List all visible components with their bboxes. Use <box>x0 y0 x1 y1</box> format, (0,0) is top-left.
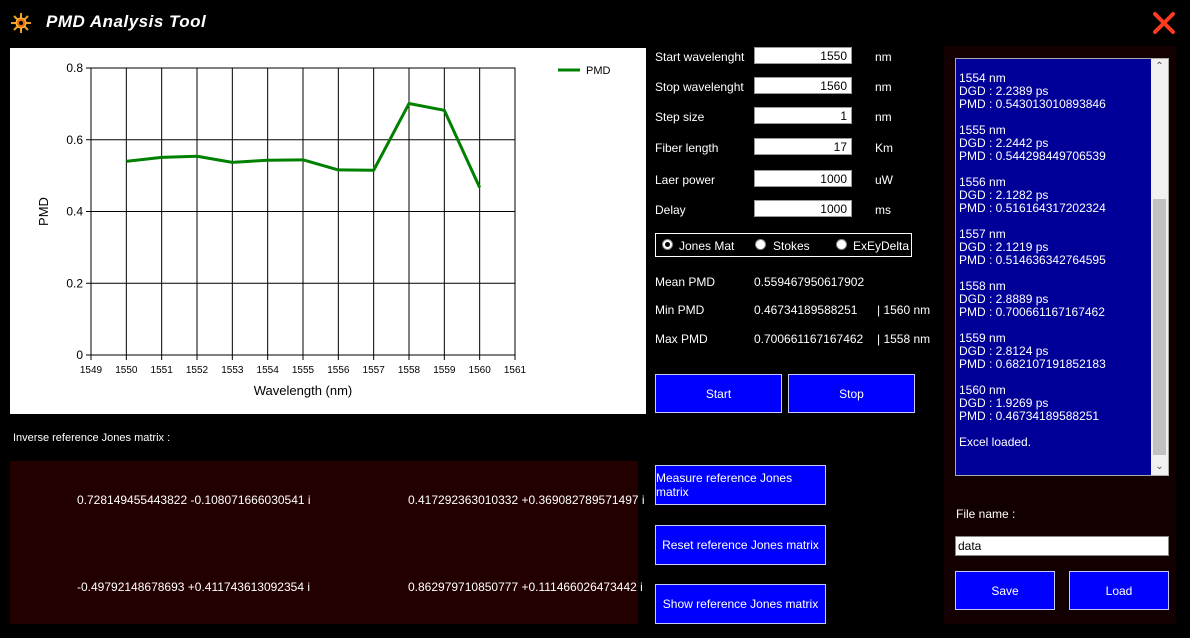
max-pmd-label: Max PMD <box>655 332 708 346</box>
legend-label: PMD <box>586 65 611 77</box>
radio-stokes[interactable] <box>755 239 766 250</box>
log-textbox[interactable]: 1554 nm DGD : 2.2389 ps PMD : 0.54301301… <box>955 58 1169 476</box>
log-scrollbar[interactable]: ⌃ ⌄ <box>1151 59 1168 475</box>
y-tick-label: 0.8 <box>66 61 83 75</box>
step-size-unit: nm <box>875 110 892 124</box>
stop-wavelength-field[interactable]: 1560 <box>754 77 852 94</box>
x-tick-label: 1555 <box>292 365 315 376</box>
start-button[interactable]: Start <box>655 374 782 413</box>
pmd-line-chart: 1549 1550 1551 1552 1553 1554 1555 1556 1557 1558… <box>36 61 611 398</box>
window-title: PMD Analysis Tool <box>46 12 207 31</box>
y-tick-label: 0.2 <box>66 276 83 290</box>
min-pmd-wavelength: | 1560 nm <box>877 303 931 317</box>
x-tick-label: 1556 <box>327 365 350 376</box>
mean-pmd-value: 0.559467950617902 <box>754 275 865 289</box>
matrix-cell-22: 0.862979710850777 +0.111466026473442 i <box>408 580 643 594</box>
stop-button[interactable]: Stop <box>788 374 915 413</box>
radio-jones-mat[interactable] <box>662 239 673 250</box>
x-tick-label: 1557 <box>363 365 386 376</box>
y-tick-label: 0.4 <box>66 205 83 219</box>
app-logo-icon <box>10 12 32 34</box>
scroll-down-icon[interactable]: ⌄ <box>1151 459 1168 475</box>
delay-field[interactable]: 1000 <box>754 200 852 217</box>
y-tick-label: 0 <box>76 348 83 362</box>
reset-reference-button[interactable]: Reset reference Jones matrix <box>655 525 826 565</box>
start-wavelength-label: Start wavelenght <box>655 50 745 64</box>
start-wavelength-unit: nm <box>875 50 892 64</box>
min-pmd-value: 0.46734189588251 <box>754 303 858 317</box>
x-tick-label: 1560 <box>469 365 492 376</box>
mode-radio-group: Jones Mat Stokes ExEyDelta <box>655 233 912 257</box>
delay-unit: ms <box>875 203 891 217</box>
x-tick-label: 1561 <box>504 365 527 376</box>
laser-power-unit: uW <box>875 173 893 187</box>
stop-wavelength-label: Stop wavelenght <box>655 80 744 94</box>
x-tick-label: 1550 <box>115 365 138 376</box>
show-reference-button[interactable]: Show reference Jones matrix <box>655 584 826 624</box>
log-text: 1554 nm DGD : 2.2389 ps PMD : 0.54301301… <box>959 71 1106 449</box>
mean-pmd-label: Mean PMD <box>655 275 716 289</box>
save-button[interactable]: Save <box>955 571 1055 610</box>
step-size-label: Step size <box>655 110 705 124</box>
close-icon[interactable] <box>1150 9 1178 37</box>
jones-matrix-label: Inverse reference Jones matrix : <box>13 432 171 444</box>
laser-power-field[interactable]: 1000 <box>754 170 852 187</box>
scroll-thumb[interactable] <box>1153 199 1166 455</box>
x-tick-label: 1554 <box>257 365 280 376</box>
x-tick-label: 1552 <box>186 365 209 376</box>
radio-exeydelta-label: ExEyDelta <box>853 239 910 253</box>
x-tick-label: 1558 <box>398 365 421 376</box>
load-button[interactable]: Load <box>1069 571 1169 610</box>
x-tick-label: 1553 <box>221 365 244 376</box>
fiber-length-field[interactable]: 17 <box>754 138 852 155</box>
radio-stokes-label: Stokes <box>773 239 810 253</box>
pmd-chart-panel: 1549 1550 1551 1552 1553 1554 1555 1556 1557 1558… <box>10 48 646 414</box>
step-size-field[interactable]: 1 <box>754 107 852 124</box>
delay-label: Delay <box>655 203 686 217</box>
file-name-label: File name : <box>956 507 1016 521</box>
jones-matrix-panel: 0.728149455443822 -0.108071666030541 i 0… <box>10 461 645 624</box>
radio-exeydelta[interactable] <box>836 239 847 250</box>
x-tick-label: 1559 <box>433 365 456 376</box>
y-tick-label: 0.6 <box>66 133 83 147</box>
stop-wavelength-unit: nm <box>875 80 892 94</box>
max-pmd-value: 0.700661167167462 <box>754 332 864 346</box>
fiber-length-label: Fiber length <box>655 141 719 155</box>
laser-power-label: Laer power <box>655 173 716 187</box>
scroll-up-icon[interactable]: ⌃ <box>1151 59 1168 75</box>
start-wavelength-field[interactable]: 1550 <box>754 47 852 64</box>
x-tick-label: 1549 <box>80 365 103 376</box>
measure-reference-button[interactable]: Measure reference Jones matrix <box>655 465 826 505</box>
x-tick-label: 1551 <box>151 365 174 376</box>
matrix-cell-11: 0.728149455443822 -0.108071666030541 i <box>77 493 311 507</box>
fiber-length-unit: Km <box>875 141 893 155</box>
max-pmd-wavelength: | 1558 nm <box>877 332 931 346</box>
y-axis-label: PMD <box>36 197 51 226</box>
matrix-cell-12: 0.417292363010332 +0.369082789571497 i <box>408 493 645 507</box>
x-axis-label: Wavelength (nm) <box>254 383 353 398</box>
radio-jones-mat-label: Jones Mat <box>679 239 735 253</box>
file-name-input[interactable]: data <box>955 536 1169 556</box>
matrix-cell-21: -0.49792148678693 +0.411743613092354 i <box>77 580 311 594</box>
min-pmd-label: Min PMD <box>655 303 705 317</box>
